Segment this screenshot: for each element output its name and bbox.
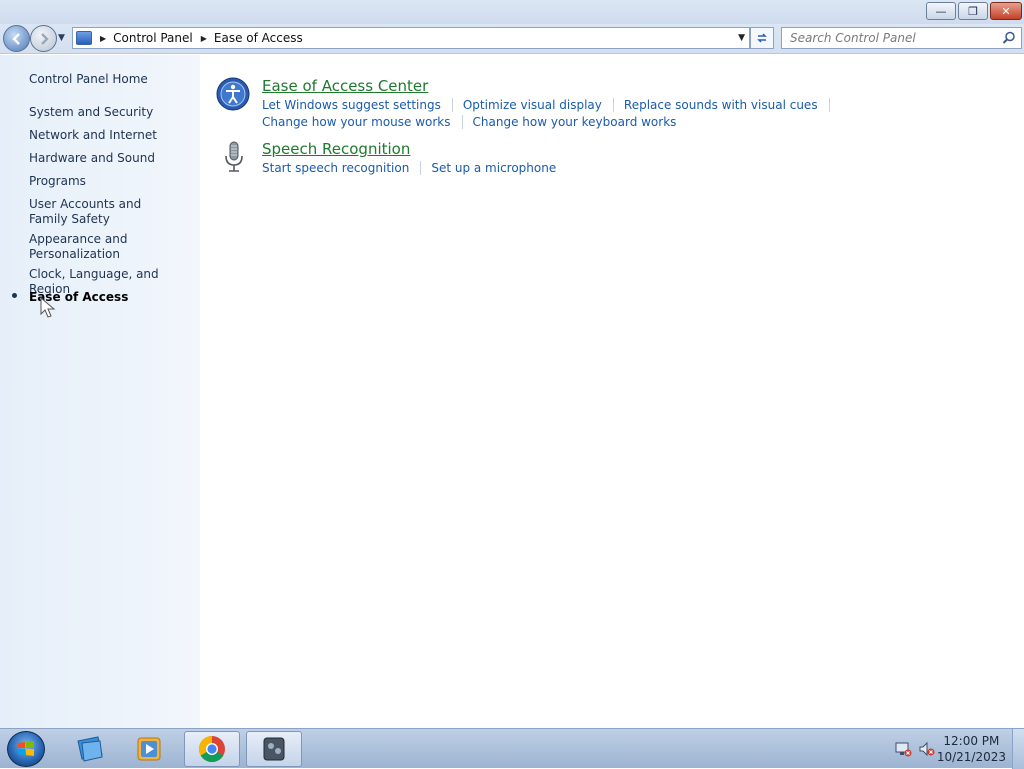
clock-time: 12:00 PM xyxy=(943,734,1000,748)
sidebar-item-appearance[interactable]: Appearance and Personalization xyxy=(29,232,129,262)
ease-of-access-icon xyxy=(216,77,250,111)
search-icon[interactable] xyxy=(1002,31,1016,45)
main-content: Ease of Access Center Let Windows sugges… xyxy=(200,55,1024,728)
start-button[interactable] xyxy=(7,731,45,767)
ease-of-access-links-row-2: Change how your mouse works Change how y… xyxy=(262,115,676,130)
sidebar-home-link[interactable]: Control Panel Home xyxy=(29,72,148,87)
window-titlebar: — ❐ ✕ xyxy=(0,0,1024,24)
control-panel-icon xyxy=(263,737,285,761)
ease-of-access-links-row-1: Let Windows suggest settings Optimize vi… xyxy=(262,98,840,113)
network-icon[interactable] xyxy=(894,741,912,757)
start-speech-recognition-link[interactable]: Start speech recognition xyxy=(262,161,409,176)
taskbar-chrome[interactable] xyxy=(184,731,240,767)
link-separator xyxy=(420,161,422,175)
search-input[interactable] xyxy=(788,29,998,47)
breadcrumb-control-panel[interactable]: Control Panel xyxy=(113,31,193,45)
sidebar: Control Panel Home System and Security N… xyxy=(0,55,200,728)
sidebar-item-user-accounts[interactable]: User Accounts and Family Safety xyxy=(29,197,179,227)
speech-recognition-link[interactable]: Speech Recognition xyxy=(262,140,410,158)
show-desktop-button[interactable] xyxy=(1012,729,1024,769)
explorer-icon xyxy=(77,736,103,762)
mouse-works-link[interactable]: Change how your mouse works xyxy=(262,115,451,130)
breadcrumb-ease-of-access[interactable]: Ease of Access xyxy=(214,31,303,45)
chevron-right-icon[interactable]: ▶ xyxy=(100,34,106,43)
current-item-bullet xyxy=(12,293,17,298)
windows-logo-icon xyxy=(18,741,34,756)
mouse-cursor-icon xyxy=(40,297,56,318)
minimize-button[interactable]: — xyxy=(926,2,956,20)
refresh-button[interactable] xyxy=(750,27,774,49)
taskbar-control-panel[interactable] xyxy=(246,731,302,767)
link-separator xyxy=(461,115,463,129)
control-panel-icon xyxy=(76,31,92,45)
replace-sounds-link[interactable]: Replace sounds with visual cues xyxy=(624,98,818,113)
back-button[interactable] xyxy=(3,25,30,52)
volume-muted-icon[interactable] xyxy=(918,741,936,757)
ease-of-access-center-link[interactable]: Ease of Access Center xyxy=(262,77,428,95)
let-windows-suggest-link[interactable]: Let Windows suggest settings xyxy=(262,98,441,113)
sidebar-item-network-internet[interactable]: Network and Internet xyxy=(29,128,194,143)
link-separator xyxy=(451,98,453,112)
arrow-left-icon xyxy=(11,32,20,45)
arrow-right-icon xyxy=(40,32,49,45)
close-button[interactable]: ✕ xyxy=(990,2,1022,20)
speech-recognition-links-row: Start speech recognition Set up a microp… xyxy=(262,161,556,176)
taskbar: 12:00 PM 10/21/2023 xyxy=(0,728,1024,769)
sidebar-item-hardware-sound[interactable]: Hardware and Sound xyxy=(29,151,194,166)
recent-pages-dropdown[interactable]: ▼ xyxy=(58,33,65,43)
address-dropdown-icon[interactable]: ▼ xyxy=(738,33,745,43)
clock-date: 10/21/2023 xyxy=(936,750,1006,764)
refresh-icon xyxy=(757,33,767,43)
set-up-microphone-link[interactable]: Set up a microphone xyxy=(431,161,556,176)
search-box[interactable] xyxy=(781,27,1022,49)
taskbar-media-player[interactable] xyxy=(122,731,178,767)
link-separator xyxy=(828,98,830,112)
microphone-icon xyxy=(225,141,243,172)
sidebar-item-programs[interactable]: Programs xyxy=(29,174,194,189)
media-player-icon xyxy=(137,737,161,761)
maximize-button[interactable]: ❐ xyxy=(958,2,988,20)
chrome-icon xyxy=(198,735,225,763)
window-controls: — ❐ ✕ xyxy=(926,2,1022,20)
sidebar-item-system-security[interactable]: System and Security xyxy=(29,105,194,120)
optimize-visual-display-link[interactable]: Optimize visual display xyxy=(463,98,602,113)
system-tray: 12:00 PM 10/21/2023 xyxy=(884,729,1024,769)
address-bar[interactable]: ▶ Control Panel ▶ Ease of Access ▼ xyxy=(72,27,750,49)
taskbar-explorer[interactable] xyxy=(62,731,118,767)
chevron-right-icon[interactable]: ▶ xyxy=(201,34,207,43)
forward-button[interactable] xyxy=(30,25,57,52)
link-separator xyxy=(612,98,614,112)
keyboard-works-link[interactable]: Change how your keyboard works xyxy=(473,115,677,130)
navigation-bar: ▼ ▶ Control Panel ▶ Ease of Access ▼ xyxy=(0,24,1024,54)
clock[interactable]: 12:00 PM 10/21/2023 xyxy=(937,733,1006,765)
